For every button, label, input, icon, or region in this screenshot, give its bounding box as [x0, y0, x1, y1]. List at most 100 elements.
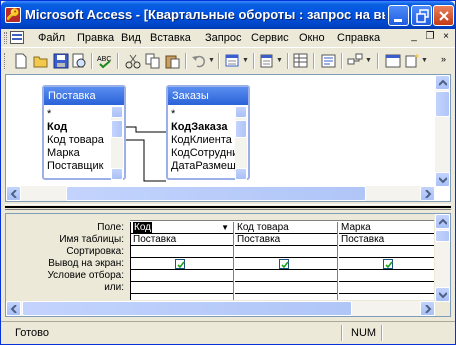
pane-splitter[interactable] [5, 204, 451, 210]
query-type-icon[interactable] [225, 53, 241, 69]
scroll-left-button[interactable] [6, 301, 21, 316]
properties-icon[interactable] [321, 53, 337, 69]
menu-view[interactable]: Вид [121, 32, 141, 44]
query-type-dropdown-icon[interactable]: ▼ [242, 53, 249, 69]
scroll-thumb[interactable] [435, 91, 450, 117]
minimize-icon [394, 19, 402, 22]
spelling-icon[interactable]: ABC [97, 53, 113, 69]
menu-insert[interactable]: Вставка [150, 32, 191, 44]
cut-icon[interactable] [125, 53, 141, 69]
new-icon[interactable] [13, 53, 29, 69]
criteria-cell[interactable] [339, 270, 434, 282]
toolbar-grip[interactable] [4, 53, 7, 69]
print-preview-icon[interactable] [71, 53, 87, 69]
grid-column[interactable]: Код товара Поставка [235, 222, 338, 300]
table-diagram-pane[interactable]: Поставка * Код Код товара Марка Поставщи… [5, 74, 451, 202]
arrow-down-icon [439, 292, 447, 299]
or-cell[interactable] [131, 282, 233, 294]
or-cell[interactable] [339, 282, 434, 294]
run-dropdown-icon[interactable]: ▼ [276, 53, 283, 69]
menu-help[interactable]: Справка [337, 32, 380, 44]
scroll-down-button[interactable] [435, 287, 450, 302]
mdi-close-button[interactable]: × [441, 31, 451, 43]
sort-cell[interactable] [339, 246, 434, 258]
toolbar-separator [117, 53, 119, 69]
scroll-thumb[interactable] [66, 186, 366, 201]
copy-icon[interactable] [145, 53, 161, 69]
row-label-sort: Сортировка: [66, 246, 124, 257]
restore-icon [416, 9, 429, 23]
table-cell[interactable]: Поставка [339, 234, 434, 246]
show-checkbox[interactable] [175, 259, 185, 269]
build-icon[interactable] [347, 53, 363, 69]
field-cell[interactable]: Код ▼ [131, 222, 233, 234]
show-checkbox[interactable] [383, 259, 393, 269]
or-cell[interactable] [235, 282, 337, 294]
more-icon[interactable]: » [441, 54, 446, 64]
toolbar-separator [91, 53, 93, 69]
diagram-vertical-scrollbar[interactable] [435, 75, 450, 187]
open-icon[interactable] [33, 53, 49, 69]
grid-vertical-scrollbar[interactable] [435, 214, 450, 302]
menu-file[interactable]: Файл [38, 32, 65, 44]
scroll-thumb[interactable] [22, 301, 352, 316]
scroll-right-button[interactable] [420, 186, 435, 201]
new-object-dropdown-icon[interactable]: ▼ [421, 53, 428, 69]
sort-cell[interactable] [235, 246, 337, 258]
arrow-down-icon [439, 177, 447, 184]
scroll-left-button[interactable] [6, 186, 21, 201]
grid-column[interactable]: Код ▼ Поставка [131, 222, 234, 300]
criteria-cell[interactable] [235, 270, 337, 282]
menu-window[interactable]: Окно [299, 32, 325, 44]
maximize-button[interactable] [411, 5, 432, 26]
status-text: Готово [15, 327, 49, 339]
sort-cell[interactable] [131, 246, 233, 258]
show-cell[interactable] [235, 258, 337, 270]
grid-column[interactable]: Марка Поставка [339, 222, 434, 300]
scroll-thumb[interactable] [435, 230, 450, 242]
menu-edit[interactable]: Правка [77, 32, 114, 44]
show-checkbox[interactable] [279, 259, 289, 269]
arrow-left-icon [10, 190, 17, 198]
minimize-button[interactable] [388, 5, 409, 26]
undo-dropdown-icon[interactable]: ▼ [208, 53, 215, 69]
build-dropdown-icon[interactable]: ▼ [365, 53, 372, 69]
criteria-cell[interactable] [131, 270, 233, 282]
checkmark-icon [177, 261, 185, 269]
toolbar-separator [185, 53, 187, 69]
relationship-line[interactable] [6, 75, 452, 203]
menubar-grip[interactable] [4, 32, 7, 44]
close-icon [439, 11, 449, 21]
show-table-icon[interactable] [293, 53, 309, 69]
close-button[interactable] [433, 5, 454, 26]
field-dropdown-icon[interactable]: ▼ [221, 222, 229, 233]
query-design-toolbar: ABC ▼ ▼ ▼ ▼ ▼ » [1, 47, 455, 73]
table-cell[interactable]: Поставка [131, 234, 233, 246]
diagram-horizontal-scrollbar[interactable] [6, 186, 435, 201]
field-value[interactable]: Код [133, 222, 153, 233]
table-cell[interactable]: Поставка [235, 234, 337, 246]
show-cell[interactable] [339, 258, 434, 270]
mdi-minimize-button[interactable]: _ [409, 31, 419, 43]
scroll-up-button[interactable] [435, 214, 450, 229]
field-cell[interactable]: Марка [339, 222, 434, 234]
menu-tools[interactable]: Сервис [251, 32, 289, 44]
row-label-show: Вывод на экран: [48, 258, 124, 269]
field-cell[interactable]: Код товара [235, 222, 337, 234]
scroll-up-button[interactable] [435, 75, 450, 90]
new-object-icon[interactable] [405, 53, 421, 69]
undo-icon[interactable] [191, 53, 207, 69]
save-icon[interactable] [53, 53, 69, 69]
mdi-restore-button[interactable]: ❐ [425, 31, 435, 43]
paste-icon[interactable] [165, 53, 181, 69]
scroll-right-button[interactable] [420, 301, 435, 316]
menu-query[interactable]: Запрос [205, 32, 241, 44]
show-cell[interactable] [131, 258, 233, 270]
scroll-down-button[interactable] [435, 172, 450, 187]
grid-horizontal-scrollbar[interactable] [6, 301, 435, 316]
access-app-icon[interactable]: 🔑 [5, 7, 21, 23]
query-document-icon[interactable] [10, 31, 24, 44]
title-bar[interactable]: 🔑 Microsoft Access - [Квартальные оборот… [1, 1, 455, 29]
run-icon[interactable] [259, 53, 275, 69]
database-window-icon[interactable] [385, 53, 401, 69]
